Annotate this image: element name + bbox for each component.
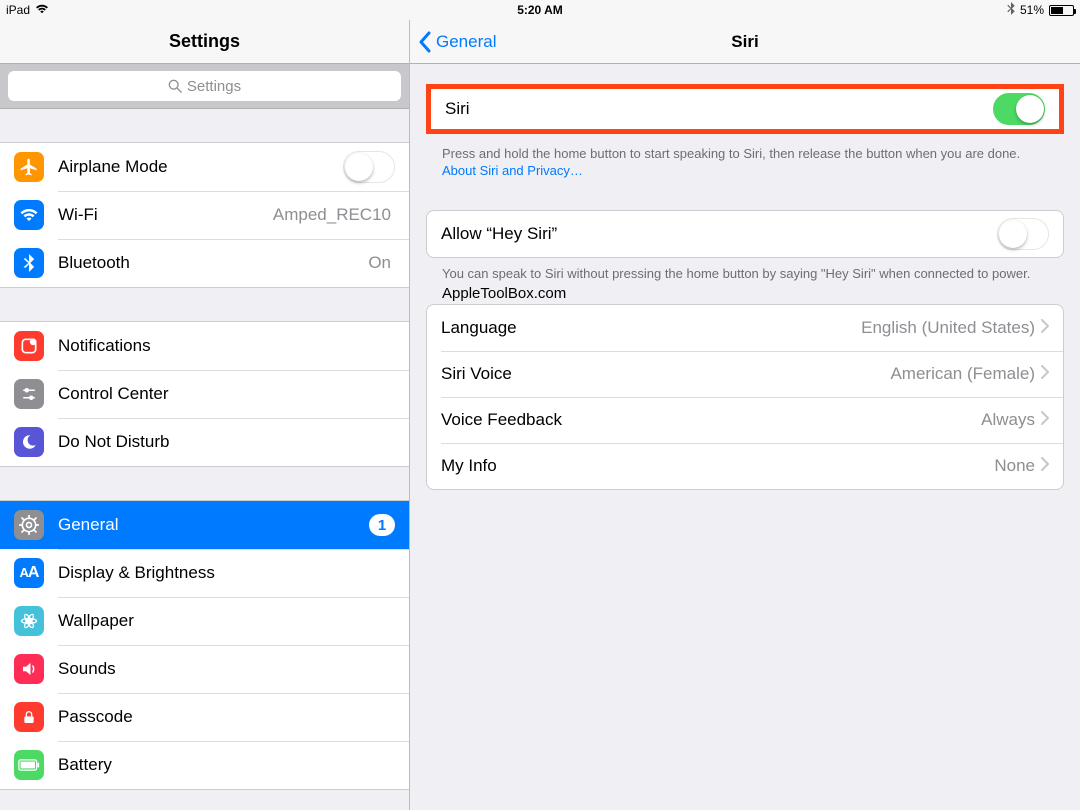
wifi-icon	[14, 200, 44, 230]
airplane-toggle[interactable]	[343, 151, 395, 183]
setting-value: Always	[981, 410, 1035, 430]
watermark: AppleToolBox.com	[410, 283, 1080, 302]
setting-value: None	[994, 456, 1035, 476]
clock: 5:20 AM	[517, 3, 563, 17]
siri-toggle[interactable]	[993, 93, 1045, 125]
sidebar-item-label: Sounds	[58, 659, 116, 679]
siri-toggle-row[interactable]: Siri	[431, 89, 1059, 129]
sidebar-item-label: Wallpaper	[58, 611, 134, 631]
page-title: Siri	[731, 32, 758, 52]
sidebar-item-wallpaper[interactable]: Wallpaper	[0, 597, 409, 645]
search-bar-wrap: Settings	[0, 64, 409, 109]
setting-label: Voice Feedback	[441, 410, 562, 430]
battery-icon	[1049, 5, 1074, 16]
sidebar-item-airplane[interactable]: Airplane Mode	[0, 143, 409, 191]
hey-siri-label: Allow “Hey Siri”	[441, 224, 557, 244]
aa-icon: AA	[14, 558, 44, 588]
moon-icon	[14, 427, 44, 457]
lock-icon	[14, 702, 44, 732]
sidebar-item-label: Battery	[58, 755, 112, 775]
chevron-right-icon	[1041, 318, 1049, 338]
sidebar-group: Notifications Control Center Do Not Distur…	[0, 321, 409, 467]
setting-value: American (Female)	[890, 364, 1035, 384]
chevron-left-icon	[418, 31, 431, 53]
sidebar-item-label: Control Center	[58, 384, 169, 404]
back-label: General	[436, 32, 496, 52]
sidebar-item-value: On	[368, 253, 391, 273]
hey-siri-toggle[interactable]	[997, 218, 1049, 250]
setting-label: Language	[441, 318, 517, 338]
sidebar-item-controlcenter[interactable]: Control Center	[0, 370, 409, 418]
sidebar-item-badge: 1	[369, 514, 395, 536]
chevron-right-icon	[1041, 456, 1049, 476]
sidebar-item-value: Amped_REC10	[273, 205, 391, 225]
sidebar-group: General 1 AA Display & Brightness Wallpaper S…	[0, 500, 409, 790]
status-bar: iPad 5:20 AM 51%	[0, 0, 1080, 20]
sidebar-item-battery[interactable]: Battery	[0, 741, 409, 789]
siri-setting-voice[interactable]: Siri Voice American (Female)	[427, 351, 1063, 397]
sidebar-item-label: Bluetooth	[58, 253, 130, 273]
sidebar-item-label: Notifications	[58, 336, 151, 356]
wifi-icon	[35, 3, 49, 17]
siri-toggle-footer: Press and hold the home button to start …	[410, 138, 1080, 180]
flower-icon	[14, 606, 44, 636]
about-siri-privacy-link[interactable]: About Siri and Privacy…	[442, 163, 583, 178]
airplane-icon	[14, 152, 44, 182]
battery-icon	[14, 750, 44, 780]
sidebar-item-label: Display & Brightness	[58, 563, 215, 583]
search-input[interactable]: Settings	[8, 71, 401, 101]
sidebar-item-dnd[interactable]: Do Not Disturb	[0, 418, 409, 466]
hey-siri-footer: You can speak to Siri without pressing t…	[410, 258, 1080, 283]
sidebar-title: Settings	[169, 31, 240, 52]
search-icon	[168, 79, 182, 93]
siri-setting-feedback[interactable]: Voice Feedback Always	[427, 397, 1063, 443]
sidebar-item-label: General	[58, 515, 118, 535]
cc-icon	[14, 379, 44, 409]
sidebar-item-wifi[interactable]: Wi-Fi Amped_REC10	[0, 191, 409, 239]
sidebar-item-label: Passcode	[58, 707, 133, 727]
sidebar-item-general[interactable]: General 1	[0, 501, 409, 549]
sidebar-item-label: Do Not Disturb	[58, 432, 169, 452]
sidebar-item-sounds[interactable]: Sounds	[0, 645, 409, 693]
siri-settings-group: Language English (United States) Siri Voic…	[426, 304, 1064, 490]
siri-setting-language[interactable]: Language English (United States)	[427, 305, 1063, 351]
detail-header: General Siri	[410, 20, 1080, 64]
notify-icon	[14, 331, 44, 361]
siri-toggle-label: Siri	[445, 99, 470, 119]
bt-icon	[14, 248, 44, 278]
sidebar-item-notifications[interactable]: Notifications	[0, 322, 409, 370]
chevron-right-icon	[1041, 364, 1049, 384]
setting-label: Siri Voice	[441, 364, 512, 384]
device-label: iPad	[6, 3, 30, 17]
sidebar-item-passcode[interactable]: Passcode	[0, 693, 409, 741]
sidebar-header: Settings	[0, 20, 409, 64]
siri-setting-myinfo[interactable]: My Info None	[427, 443, 1063, 489]
sidebar-item-label: Airplane Mode	[58, 157, 168, 177]
siri-toggle-highlight: Siri	[426, 84, 1064, 134]
bluetooth-icon	[1007, 2, 1015, 18]
detail-pane: General Siri Siri Press and hold the hom…	[410, 20, 1080, 810]
sidebar-item-display[interactable]: AA Display & Brightness	[0, 549, 409, 597]
settings-sidebar: Settings Settings Airplane Mode Wi-Fi Ampe…	[0, 20, 410, 810]
gear-icon	[14, 510, 44, 540]
back-button[interactable]: General	[410, 31, 496, 53]
hey-siri-row[interactable]: Allow “Hey Siri”	[426, 210, 1064, 258]
chevron-right-icon	[1041, 410, 1049, 430]
battery-percent: 51%	[1020, 3, 1044, 17]
sidebar-group: Airplane Mode Wi-Fi Amped_REC10 Bluetooth On	[0, 142, 409, 288]
setting-value: English (United States)	[861, 318, 1035, 338]
setting-label: My Info	[441, 456, 497, 476]
speaker-icon	[14, 654, 44, 684]
sidebar-item-bluetooth[interactable]: Bluetooth On	[0, 239, 409, 287]
search-placeholder: Settings	[187, 78, 241, 95]
sidebar-item-label: Wi-Fi	[58, 205, 98, 225]
